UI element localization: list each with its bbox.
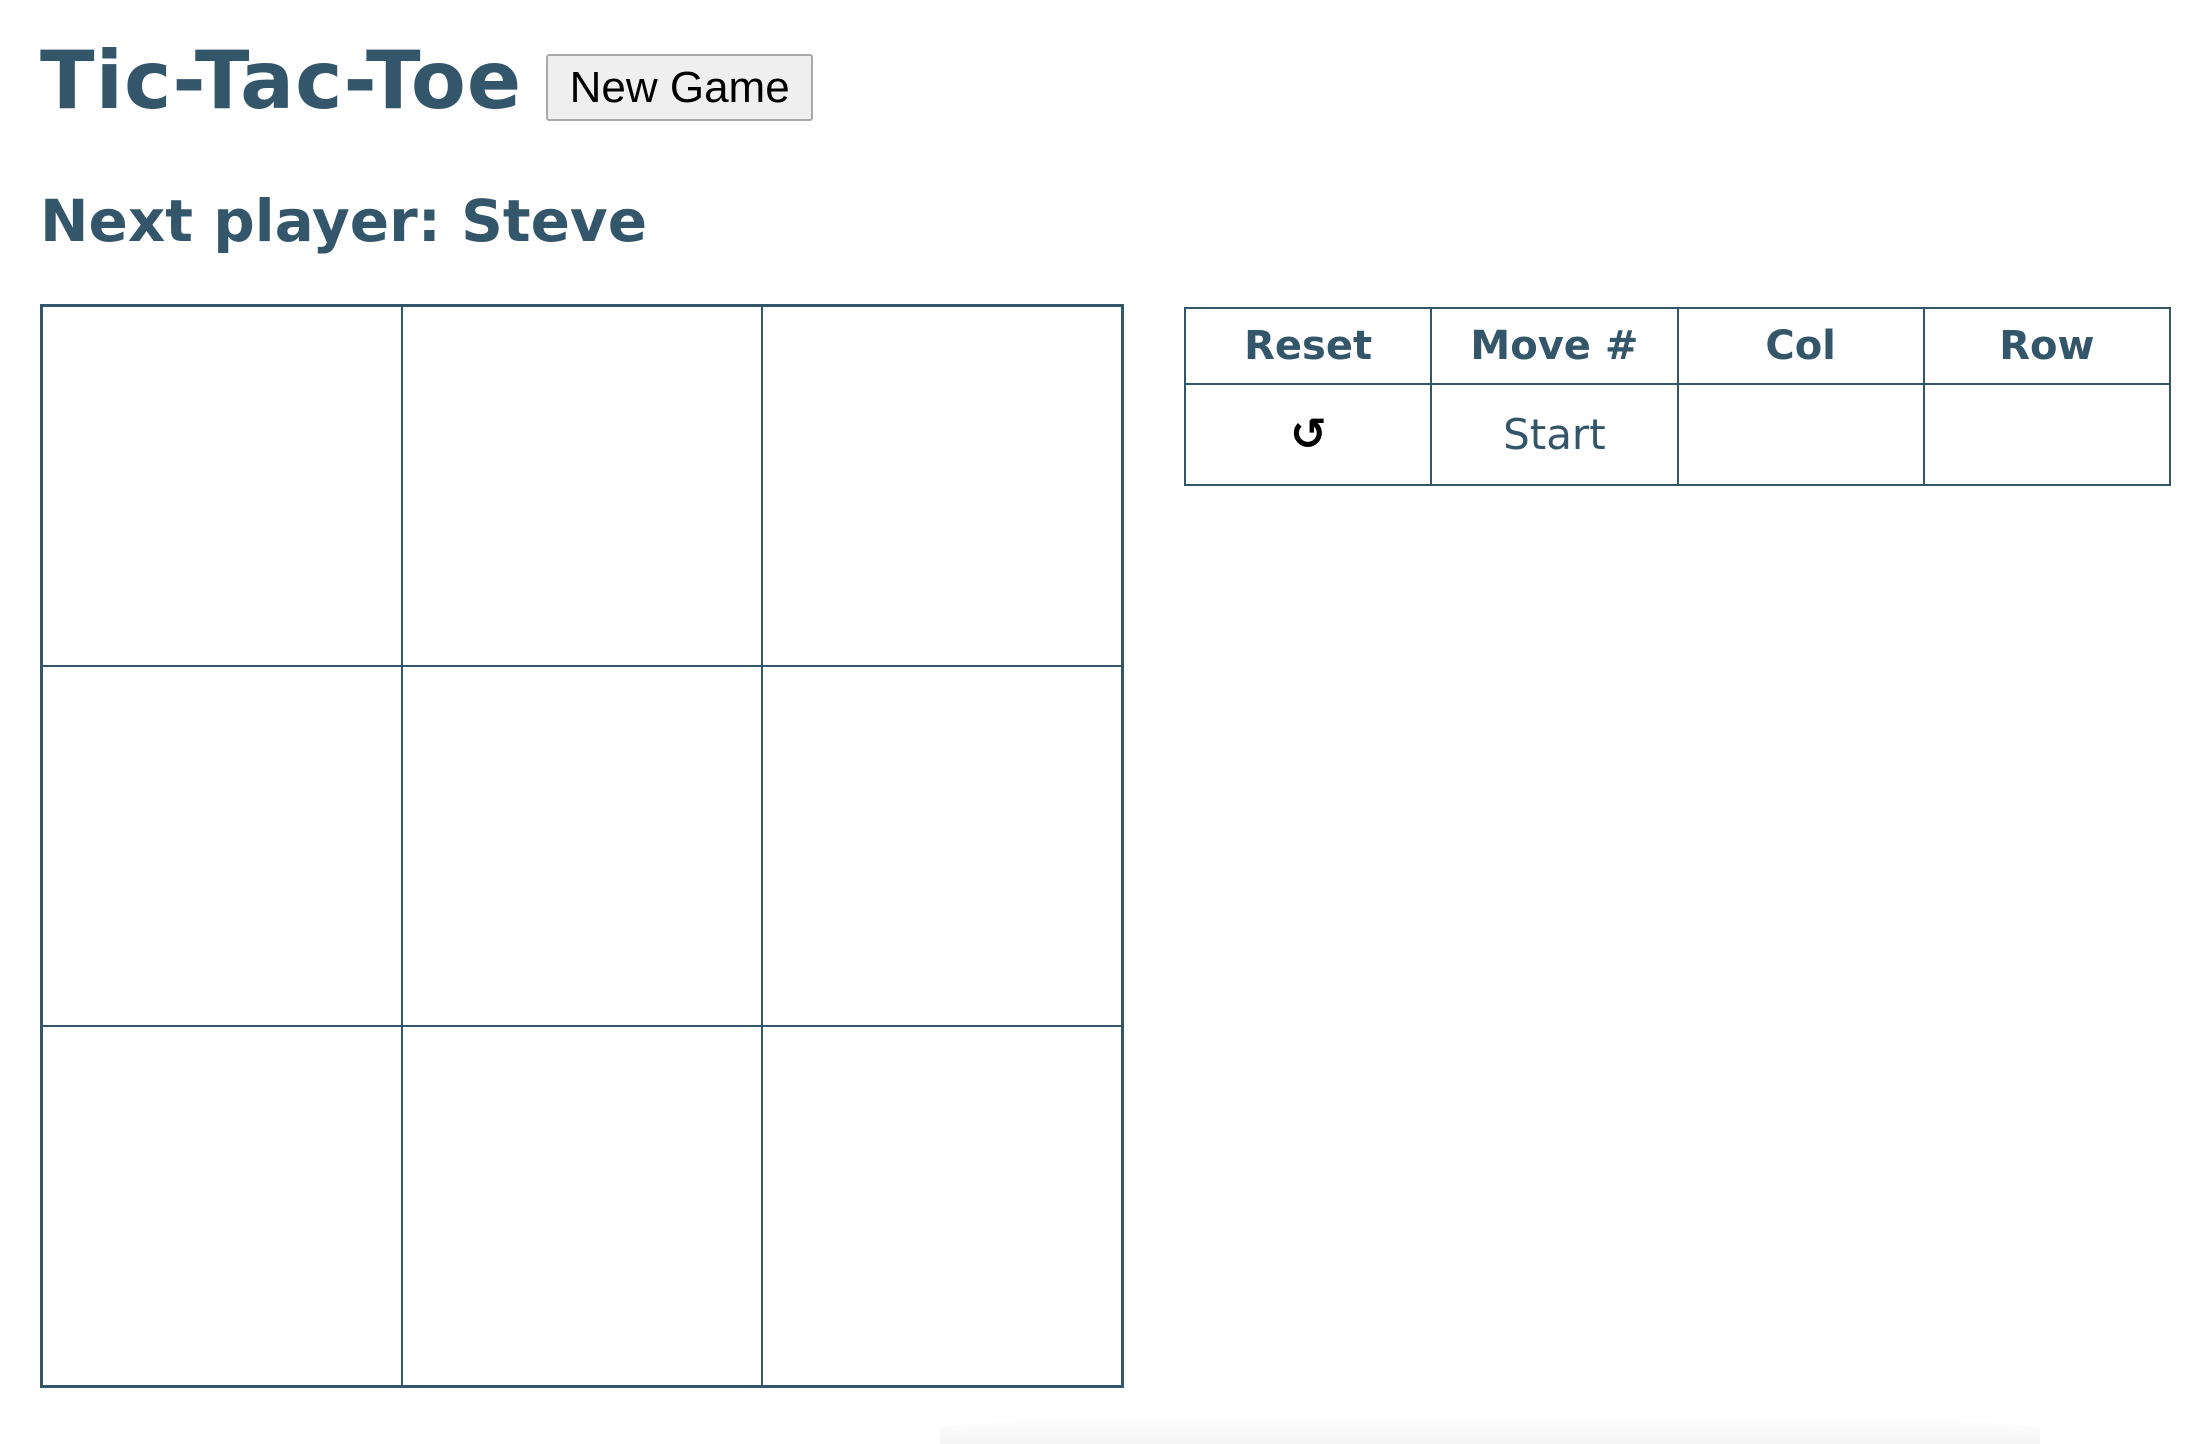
move-history-table: Reset Move # Col Row ↻ Start [1183,307,2172,486]
table-row: ↻ Start [1183,383,2172,486]
row-cell [1922,383,2172,486]
reset-icon[interactable]: ↻ [1290,409,1327,460]
board-square-8[interactable] [402,1026,762,1386]
board-square-4[interactable] [42,666,402,1026]
board-square-6[interactable] [762,666,1122,1026]
col-cell [1676,383,1925,486]
move-cell: Start [1430,383,1679,486]
new-game-button[interactable]: New Game [546,54,814,121]
board-square-1[interactable] [42,306,402,666]
column-header-row: Row [1922,307,2172,385]
game-board [40,304,1124,1388]
page-title: Tic-Tac-Toe [40,33,523,127]
column-header-reset: Reset [1183,307,1433,385]
board-square-7[interactable] [42,1026,402,1386]
board-square-3[interactable] [762,306,1122,666]
header: Tic-Tac-Toe New Game [40,33,814,127]
bottom-shadow [940,1414,2040,1444]
status-text: Next player: Steve [40,187,648,255]
column-header-col: Col [1676,307,1925,385]
reset-cell: ↻ [1183,383,1433,486]
history-header-row: Reset Move # Col Row [1183,307,2172,385]
column-header-move: Move # [1430,307,1679,385]
board-square-2[interactable] [402,306,762,666]
board-square-9[interactable] [762,1026,1122,1386]
board-square-5[interactable] [402,666,762,1026]
